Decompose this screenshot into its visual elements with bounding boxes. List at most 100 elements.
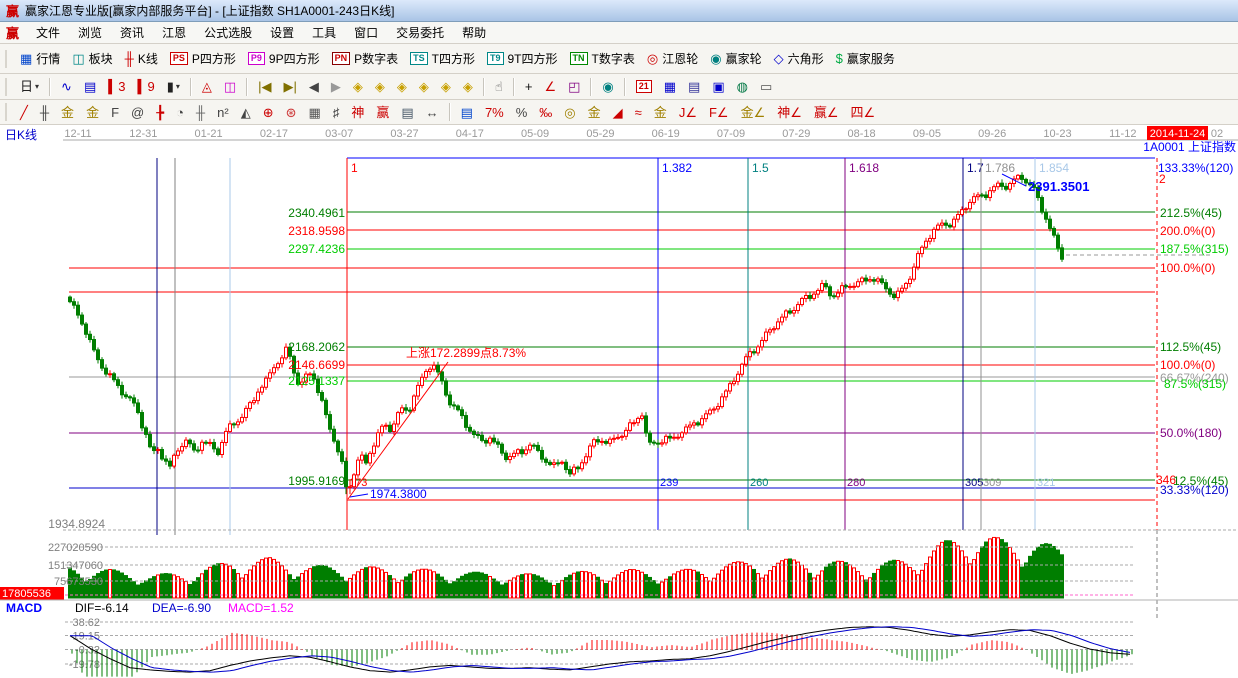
p-number-table-button-label: P数字表 <box>354 50 398 67</box>
tick-lines-tool[interactable]: ╫ <box>34 100 55 124</box>
first-bar-button[interactable]: |◀ <box>252 75 277 99</box>
gold2-angle-tool[interactable]: 金∠ <box>735 100 772 124</box>
zigzag-tool[interactable]: ∿ <box>55 75 78 99</box>
shen-angle-tool[interactable]: 神∠ <box>771 100 808 124</box>
si-angle-tool[interactable]: 四∠ <box>845 100 882 124</box>
percent-line-tool[interactable]: ‰ <box>533 100 558 124</box>
diary-tool[interactable]: ▤ <box>682 75 706 99</box>
menu-news[interactable]: 资讯 <box>111 22 153 43</box>
sectors-button[interactable]: ◫板块 <box>66 47 118 71</box>
save-tool[interactable]: ▣ <box>706 75 730 99</box>
gold-section-tool[interactable]: 金 <box>55 100 80 124</box>
t9-square-button[interactable]: T99T四方形 <box>481 47 564 71</box>
kline-period-dropdown[interactable]: 日▾ <box>14 75 45 99</box>
prev-bar-button[interactable]: ◀ <box>303 75 325 99</box>
gold-circle-tool[interactable]: ◎ <box>558 100 581 124</box>
quotes-button[interactable]: ▦行情 <box>14 47 66 71</box>
chart-panel[interactable]: 12-1112-3101-2102-1703-0703-2704-1705-09… <box>0 125 1238 678</box>
gann-arrow-all[interactable]: ◈ <box>457 75 479 99</box>
menu-tools[interactable]: 工具 <box>303 22 345 43</box>
gann-arrow-horizontal[interactable]: ◈ <box>391 75 413 99</box>
gann-wheel-button[interactable]: ◎江恩轮 <box>641 47 704 71</box>
menu-gann[interactable]: 江恩 <box>153 22 195 43</box>
n-square-tool[interactable]: n² <box>211 100 235 124</box>
width-measure-tool[interactable]: ↔ <box>420 100 445 124</box>
bars9-tool[interactable]: ▍9 <box>131 75 160 99</box>
svg-text:07-29: 07-29 <box>782 128 810 140</box>
first-bar-button-icon: |◀ <box>258 80 271 93</box>
candle-type-dropdown[interactable]: ▮▾ <box>161 75 186 99</box>
p-number-table-button-icon: PN <box>332 52 351 65</box>
menu-trade[interactable]: 交易委托 <box>387 22 453 43</box>
menu-formula-stock-pick[interactable]: 公式选股 <box>195 22 261 43</box>
gold-box-tool[interactable]: 金 <box>80 100 105 124</box>
ruler-tool[interactable]: ╫ <box>190 100 211 124</box>
radial-web-tool[interactable]: ⊛ <box>280 100 303 124</box>
wave-tool[interactable]: ≈ <box>629 100 648 124</box>
gann-arrow-left[interactable]: ◈ <box>347 75 369 99</box>
p9-square-button[interactable]: P99P四方形 <box>242 47 326 71</box>
j-angle-tool[interactable]: J∠ <box>673 100 703 124</box>
stats-list-tool[interactable]: ▤ <box>455 100 479 124</box>
gold-angle-tool[interactable]: 金 <box>648 100 673 124</box>
pattern-tool[interactable]: ◬ <box>196 75 218 99</box>
gann-arrow-right[interactable]: ◈ <box>369 75 391 99</box>
kline-button[interactable]: ╫K线 <box>119 47 164 71</box>
marker-tool[interactable]: ◢ <box>607 100 629 124</box>
winner-service-button[interactable]: $赢家服务 <box>830 47 901 71</box>
t9-square-button-label: 9T四方形 <box>508 50 558 67</box>
spiral-tool[interactable]: @ <box>125 100 150 124</box>
menu-file[interactable]: 文件 <box>27 22 69 43</box>
mirror-angle-tool[interactable]: ◭ <box>235 100 257 124</box>
t-number-table-button[interactable]: TNT数字表 <box>564 47 641 71</box>
bars3-tool[interactable]: ▍3 <box>102 75 131 99</box>
grid-123-tool[interactable]: ▤ <box>395 100 419 124</box>
f-angle-tool[interactable]: F∠ <box>703 100 735 124</box>
f-square-tool[interactable]: F <box>105 100 125 124</box>
t-square-button[interactable]: TST四方形 <box>404 47 481 71</box>
hexagon-button[interactable]: ◇六角形 <box>768 47 830 71</box>
menu-settings[interactable]: 设置 <box>261 22 303 43</box>
angle-tool[interactable]: ∠ <box>538 75 562 99</box>
sectors-button-icon: ◫ <box>72 52 84 65</box>
print-tool[interactable]: ▭ <box>754 75 778 99</box>
gann-arrow-cross[interactable]: ◈ <box>435 75 457 99</box>
target-cross-tool[interactable]: ⊕ <box>257 100 280 124</box>
gann-arrow-vertical[interactable]: ◈ <box>413 75 435 99</box>
note-tool[interactable]: ▤ <box>78 75 102 99</box>
shen-tool[interactable]: 神 <box>345 100 370 124</box>
p-square-button[interactable]: PSP四方形 <box>164 47 242 71</box>
pen-tool[interactable]: ╱ <box>14 100 34 124</box>
network-tool[interactable]: ◍ <box>731 75 754 99</box>
next-bar-button[interactable]: ▶ <box>325 75 347 99</box>
calculator-tool[interactable]: ▦ <box>658 75 682 99</box>
crosshair-tool[interactable]: + <box>519 75 539 99</box>
menu-browse[interactable]: 浏览 <box>69 22 111 43</box>
smart-analysis-tool[interactable]: ◉ <box>596 75 619 99</box>
calendar-tool[interactable]: 21 <box>630 75 658 99</box>
ruler-pen-tool[interactable]: ╊ <box>150 100 170 124</box>
menu-help[interactable]: 帮助 <box>453 22 495 43</box>
svg-text:2146.6699: 2146.6699 <box>288 358 345 372</box>
percent-strike-tool[interactable]: 7% <box>479 100 510 124</box>
menu-window[interactable]: 窗口 <box>345 22 387 43</box>
ying-tool[interactable]: 赢 <box>370 100 395 124</box>
grid-tool[interactable]: ▦ <box>303 100 327 124</box>
main-toolbar: ▦行情◫板块╫K线PSP四方形P99P四方形PNP数字表TST四方形T99T四方… <box>0 44 1238 74</box>
percent-tool[interactable]: % <box>510 100 534 124</box>
volume-profile-tool[interactable]: ◫ <box>218 75 242 99</box>
svg-text:-19.78: -19.78 <box>69 659 100 671</box>
quote-marks-tool-icon: ♯ <box>333 106 340 119</box>
time-cycle-tool[interactable]: ◔ <box>170 100 190 124</box>
quote-marks-tool[interactable]: ♯ <box>327 100 346 124</box>
svg-text:321: 321 <box>1037 477 1055 489</box>
svg-text:38.62: 38.62 <box>72 617 100 629</box>
gold-line-tool[interactable]: 金 <box>582 100 607 124</box>
ying-angle-tool[interactable]: 赢∠ <box>808 100 845 124</box>
p9-square-button-label: 9P四方形 <box>269 50 320 67</box>
hand-tool[interactable]: ☝ <box>489 75 509 99</box>
gann-box-tool[interactable]: ◰ <box>562 75 586 99</box>
last-bar-button[interactable]: ▶| <box>278 75 303 99</box>
p-number-table-button[interactable]: PNP数字表 <box>326 47 405 71</box>
winner-wheel-button[interactable]: ◉赢家轮 <box>704 47 767 71</box>
